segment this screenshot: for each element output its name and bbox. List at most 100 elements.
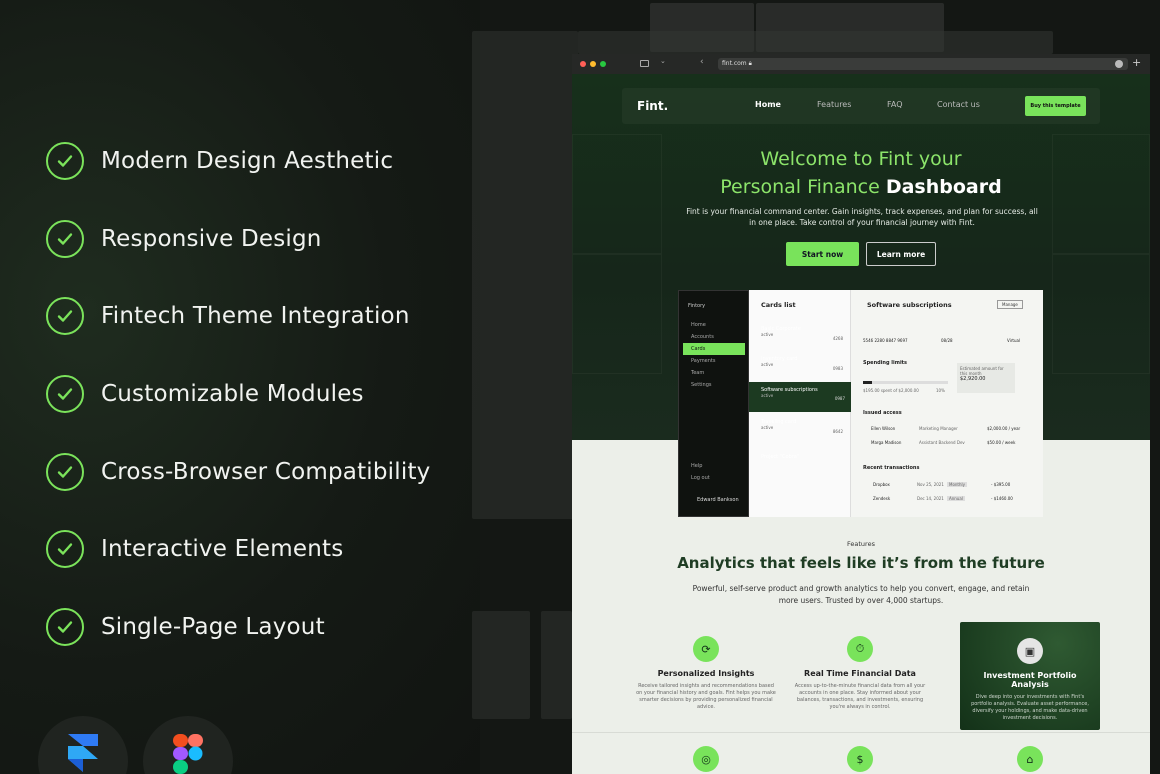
tx-tag: Monthly	[947, 482, 968, 487]
new-tab-icon[interactable]: +	[1132, 56, 1141, 69]
recent-title: Recent transactions	[863, 465, 920, 471]
spending-value: $195.00 spent of $2,000.00	[863, 388, 919, 393]
figma-icon	[173, 734, 203, 774]
lock-icon: 🔒︎	[748, 60, 752, 67]
dash-menu-team[interactable]: Team	[683, 367, 745, 379]
tx-name: Zendesk	[873, 496, 891, 501]
issued-amount: $50.00 / week	[987, 440, 1016, 445]
issued-name: Ellen Wilson	[871, 426, 896, 431]
dash-logout[interactable]: Log out	[691, 475, 710, 481]
dash-menu-accounts[interactable]: Accounts	[683, 331, 745, 343]
start-now-button[interactable]: Start now	[786, 242, 859, 266]
feature-card-title: Personalized Insights	[657, 669, 755, 678]
chevron-down-icon[interactable]: ⌄	[660, 57, 666, 65]
issued-amount: $2,000.00 / year	[987, 426, 1021, 431]
check-icon	[46, 220, 84, 258]
feature-item: Responsive Design	[46, 220, 466, 258]
feature-card-title: Real Time Financial Data	[804, 669, 916, 678]
framer-icon	[68, 734, 98, 772]
check-icon	[46, 453, 84, 491]
site-logo[interactable]: Fint.	[637, 99, 668, 113]
address-bar[interactable]: fint.com 🔒︎	[718, 58, 1128, 70]
feature-item: Interactive Elements	[46, 530, 466, 568]
section-eyebrow: Features	[847, 540, 875, 548]
card-row[interactable]: Basic Corporate active 4268	[761, 326, 849, 341]
dash-help[interactable]: Help	[691, 463, 702, 469]
dashboard-main: Cards list Basic Corporate active 4268 Inv…	[749, 290, 1043, 517]
feature-card[interactable]: ⟳ Personalized Insights Receive tailored…	[636, 636, 776, 744]
feature-label: Cross-Browser Compatibility	[101, 459, 431, 485]
dashboard-brand: Fintory	[688, 303, 706, 309]
section-subtitle: Powerful, self-serve product and growth …	[692, 584, 1030, 605]
feature-card-title: Investment Portfolio Analysis	[983, 671, 1077, 689]
background-preview-panel	[472, 611, 530, 719]
hero-title-part: Personal Finance	[720, 176, 886, 198]
section-title: Analytics that feels like it’s from the …	[677, 554, 1045, 572]
feature-card-highlighted[interactable]: ▣ Investment Portfolio Analysis Dive dee…	[960, 622, 1100, 730]
dash-menu-home[interactable]: Home	[683, 319, 745, 331]
check-icon	[46, 530, 84, 568]
site-navbar: Fint. Home Features FAQ Contact us Buy t…	[622, 88, 1100, 124]
bank-icon: ⌂	[1017, 746, 1043, 772]
tx-amount: - $395.00	[991, 482, 1011, 487]
card-name: Project "Cobra"	[761, 454, 800, 460]
card-code: 0983	[832, 366, 843, 371]
feature-label: Fintech Theme Integration	[101, 303, 410, 329]
nav-home[interactable]: Home	[755, 100, 781, 109]
buy-template-button[interactable]: Buy this template	[1025, 96, 1086, 116]
card-status: active	[761, 393, 774, 398]
minimize-dot[interactable]	[590, 61, 596, 67]
card-type: Virtual	[1007, 338, 1021, 343]
feature-item: Modern Design Aesthetic	[46, 142, 466, 180]
card-code: 0987	[834, 396, 845, 401]
tx-date: Nov 25, 2021	[917, 482, 944, 487]
detail-title: Software subscriptions	[867, 301, 952, 309]
issued-title: Issued access	[863, 410, 902, 416]
dash-menu-settings[interactable]: Settings	[683, 379, 745, 391]
nav-contact[interactable]: Contact us	[937, 100, 980, 109]
issued-role: Marketing Manager	[919, 426, 958, 431]
hero-title-line1: Welcome to Fint your	[760, 148, 962, 170]
tx-amount: - $1460.00	[991, 496, 1013, 501]
close-dot[interactable]	[580, 61, 586, 67]
check-icon	[46, 142, 84, 180]
background-preview-panel	[578, 31, 1053, 54]
dash-menu-payments[interactable]: Payments	[683, 355, 745, 367]
feature-label: Customizable Modules	[101, 381, 364, 407]
tx-name: Dropbox	[873, 482, 890, 487]
cards-list-title: Cards list	[761, 301, 796, 309]
nav-features[interactable]: Features	[817, 100, 851, 109]
feature-card-desc: Receive tailored insights and recommenda…	[636, 683, 776, 710]
card-expiry: 08/28	[941, 338, 953, 343]
sidebar-icon[interactable]	[640, 60, 649, 67]
hero-title-line2: Personal Finance Dashboard	[572, 173, 1150, 201]
card-row-selected[interactable]: Software subscriptions active 0987	[749, 382, 851, 412]
spending-progress-fill	[863, 381, 872, 384]
spending-progress-track	[863, 381, 948, 384]
feature-label: Interactive Elements	[101, 536, 344, 562]
card-row[interactable]: Inventory card active 0983	[761, 356, 849, 371]
learn-more-button[interactable]: Learn more	[866, 242, 936, 266]
estimate-label: Estimated amount for this month	[960, 366, 1004, 376]
extension-icon[interactable]	[1115, 60, 1123, 68]
issued-role: Assistant Backend Dev	[919, 440, 965, 445]
manage-button[interactable]: Manage	[997, 300, 1023, 309]
wallet-icon: ▣	[1017, 638, 1043, 664]
estimate-value: $2,920.00	[960, 376, 986, 382]
url-text: fint.com	[722, 60, 747, 67]
browser-toolbar: ⌄ ‹ fint.com 🔒︎ +	[572, 54, 1150, 74]
dash-menu-cards[interactable]: Cards	[683, 343, 745, 355]
maximize-dot[interactable]	[600, 61, 606, 67]
card-row[interactable]: Project "Cobra"	[761, 454, 849, 460]
background-preview-panel	[541, 611, 572, 719]
nav-faq[interactable]: FAQ	[887, 100, 903, 109]
card-row[interactable]: Traveling card active 8642	[761, 419, 849, 434]
feature-card[interactable]: ⏱︎ Real Time Financial Data Access up-to…	[790, 636, 930, 744]
dash-user-name: Edward Bankson	[697, 497, 739, 503]
hero-title-emphasis: Dashboard	[885, 176, 1002, 198]
feature-item: Single-Page Layout	[46, 608, 466, 646]
dollar-icon: $	[847, 746, 873, 772]
card-number: 5546 2280 8847 9697	[863, 338, 908, 343]
browser-window: ⌄ ‹ fint.com 🔒︎ + Fint. Home Features FA…	[572, 54, 1150, 774]
back-icon[interactable]: ‹	[700, 57, 704, 67]
